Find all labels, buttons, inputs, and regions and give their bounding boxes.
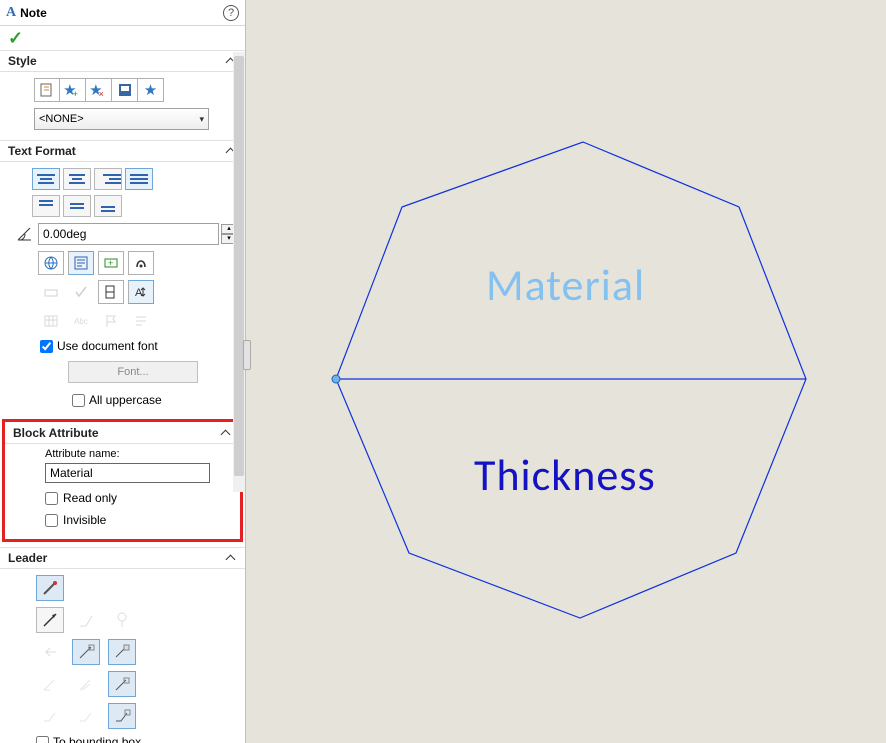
textformat-section-header[interactable]: Text Format (0, 140, 245, 162)
ok-button[interactable]: ✓ (8, 28, 23, 49)
all-uppercase-label: All uppercase (89, 393, 162, 407)
add-favorite-icon[interactable]: ★+ (60, 78, 86, 102)
stack-icon[interactable] (98, 280, 124, 304)
leader-nearest-button[interactable] (108, 639, 136, 665)
textformat-section-title: Text Format (8, 144, 227, 158)
leader-jog-a (36, 703, 64, 729)
paragraph-icon (128, 309, 154, 333)
leader-auto-button[interactable] (72, 639, 100, 665)
leader-jog-c[interactable] (108, 703, 136, 729)
leader-multi-a (36, 671, 64, 697)
to-bbox-row[interactable]: To bounding box (36, 735, 237, 743)
leader-body: To bounding box (0, 569, 245, 743)
align-right-button[interactable] (94, 168, 122, 190)
textformat-section-body: ▴▾ + A Abc Use doc (0, 162, 245, 417)
fit-text-icon[interactable]: A (128, 280, 154, 304)
readonly-checkbox[interactable] (45, 492, 58, 505)
valign-top-button[interactable] (32, 195, 60, 217)
attribute-name-label: Attribute name: (45, 448, 232, 460)
blockattr-section-header[interactable]: Block Attribute (5, 422, 240, 444)
delete-favorite-icon[interactable]: ★× (86, 78, 112, 102)
canvas-bottom-label[interactable]: Thickness (474, 448, 656, 502)
insert-gtol-icon[interactable]: + (98, 251, 124, 275)
panel-header: A Note ? (0, 0, 245, 26)
style-dropdown[interactable]: <NONE> ▾ (34, 108, 209, 130)
chevron-down-icon: ▾ (199, 114, 204, 125)
align-justify-button[interactable] (125, 168, 153, 190)
confirm-row: ✓ (0, 26, 245, 50)
use-doc-font-checkbox-row[interactable]: Use document font (40, 339, 237, 353)
abc-icon: Abc (68, 309, 94, 333)
table-icon (38, 309, 64, 333)
angle-input[interactable] (38, 223, 219, 245)
panel-title: Note (20, 6, 223, 20)
lock-view-icon[interactable] (128, 251, 154, 275)
leader-straight-button[interactable] (36, 607, 64, 633)
octagon-shape (246, 0, 886, 743)
load-favorite-icon[interactable]: ★ (138, 78, 164, 102)
all-uppercase-checkbox[interactable] (72, 394, 85, 407)
scroll-thumb[interactable] (234, 56, 244, 476)
align-center-button[interactable] (63, 168, 91, 190)
insert-dim-icon (38, 280, 64, 304)
leader-bent-button (72, 607, 100, 633)
invisible-checkbox[interactable] (45, 514, 58, 527)
drawing-canvas[interactable]: Material Thickness (246, 0, 886, 743)
angle-row: ▴▾ (12, 223, 237, 245)
use-doc-font-label: Use document font (57, 339, 158, 353)
leader-section-title: Leader (8, 551, 227, 565)
leader-section-header[interactable]: Leader (0, 547, 245, 569)
check-icon (68, 280, 94, 304)
invisible-row[interactable]: Invisible (45, 513, 232, 527)
help-icon[interactable]: ? (223, 5, 239, 21)
to-bbox-label: To bounding box (53, 735, 141, 743)
save-favorite-icon[interactable] (112, 78, 138, 102)
angle-icon (12, 223, 36, 245)
leader-balloon-button (108, 607, 136, 633)
apply-default-icon[interactable] (34, 78, 60, 102)
canvas-top-label[interactable]: Material (486, 258, 645, 312)
style-icon-row: ★+ ★× ★ (34, 78, 237, 102)
panel-scrollbar[interactable] (233, 52, 245, 492)
font-button: Font... (68, 361, 198, 383)
block-attribute-highlight: Block Attribute Attribute name: Read onl… (2, 419, 243, 542)
vertical-align-row (32, 195, 237, 217)
blockattr-section-title: Block Attribute (13, 426, 222, 440)
leader-multi-c[interactable] (108, 671, 136, 697)
attribute-name-input[interactable] (45, 463, 210, 483)
style-section-title: Style (8, 54, 227, 68)
chevron-up-icon (227, 553, 237, 563)
style-section-header[interactable]: Style (0, 50, 245, 72)
leader-none-button[interactable] (36, 575, 64, 601)
svg-text:+: + (108, 258, 113, 268)
readonly-label: Read only (63, 491, 117, 505)
all-uppercase-row[interactable]: All uppercase (72, 393, 237, 407)
use-doc-font-checkbox[interactable] (40, 340, 53, 353)
flag-icon (98, 309, 124, 333)
to-bbox-checkbox[interactable] (36, 736, 49, 743)
leader-jog-b (72, 703, 100, 729)
align-left-button[interactable] (32, 168, 60, 190)
leader-multi-b (72, 671, 100, 697)
hyperlink-icon[interactable] (38, 251, 64, 275)
blockattr-body: Attribute name: Read only Invisible (5, 444, 240, 539)
format-icon-grid: + A Abc (38, 251, 237, 333)
valign-bottom-button[interactable] (94, 195, 122, 217)
style-section-body: ★+ ★× ★ <NONE> ▾ (0, 72, 245, 140)
readonly-row[interactable]: Read only (45, 491, 232, 505)
valign-middle-button[interactable] (63, 195, 91, 217)
leader-left-button (36, 639, 64, 665)
invisible-label: Invisible (63, 513, 106, 527)
properties-panel: A Note ? ✓ Style ★+ ★× ★ <NONE> ▾ Text F… (0, 0, 246, 743)
chevron-up-icon (222, 428, 232, 438)
linked-text-icon[interactable] (68, 251, 94, 275)
horizontal-align-row (32, 168, 237, 190)
style-dropdown-value: <NONE> (39, 113, 199, 125)
note-icon: A (6, 5, 16, 21)
